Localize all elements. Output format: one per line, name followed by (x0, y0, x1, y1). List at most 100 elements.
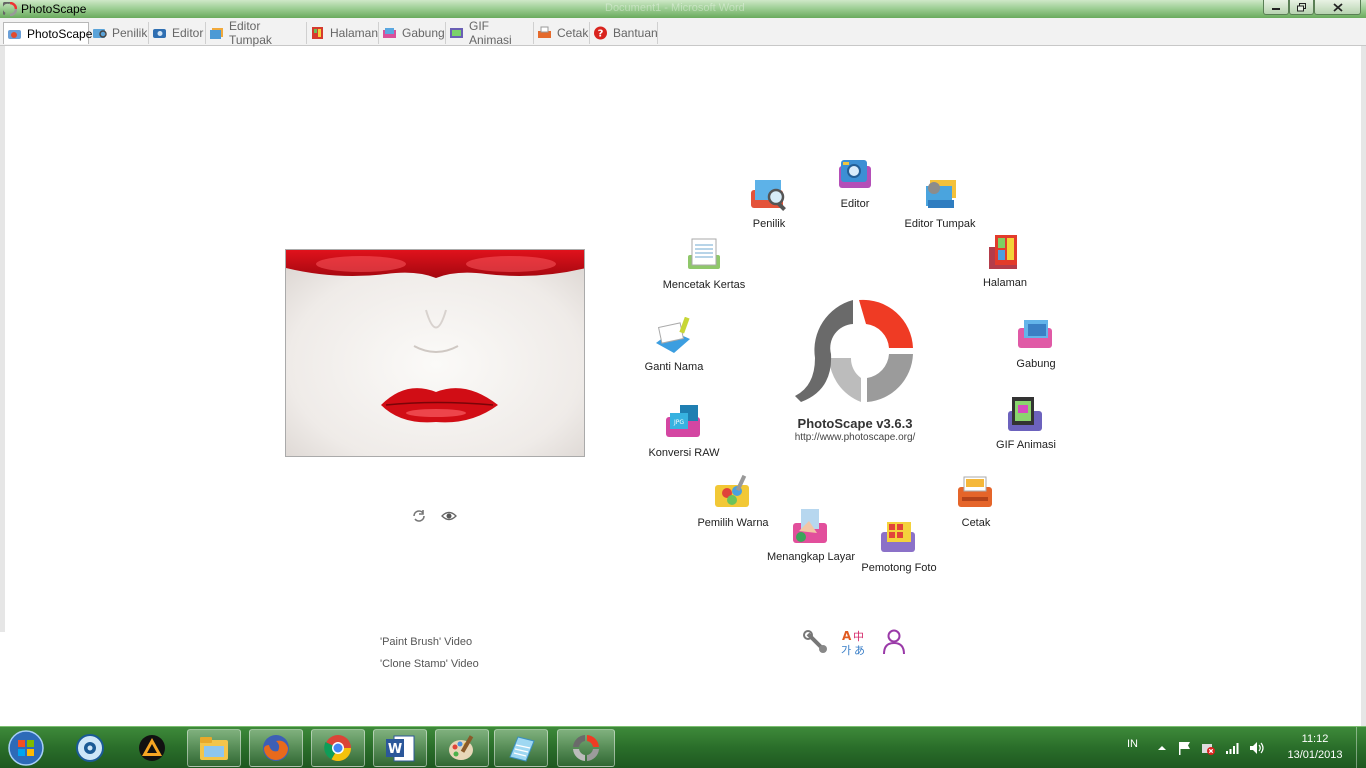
close-button[interactable] (1314, 0, 1361, 15)
hub-item-label: Editor (840, 198, 870, 210)
hub-item-label: Pemilih Warna (697, 517, 769, 529)
left-border (0, 46, 5, 632)
photoscape-icon (8, 29, 21, 39)
taskbar-file-explorer[interactable] (187, 729, 241, 767)
batch-editor-icon (210, 28, 223, 39)
hub-item-label: Gabung (1016, 358, 1056, 370)
signal-strength-icon[interactable] (1225, 740, 1241, 754)
minimize-button[interactable] (1263, 0, 1289, 15)
minimize-icon (1272, 8, 1280, 10)
print-icon (958, 476, 992, 507)
tab-bantuan[interactable]: ? Bantuan (590, 22, 658, 44)
photoscape-icon (573, 735, 599, 761)
action-center-flag-icon[interactable] (1177, 740, 1193, 755)
hub-item-label: Ganti Nama (644, 361, 704, 373)
taskbar-notepad[interactable] (494, 729, 548, 767)
combine-icon (1018, 320, 1052, 348)
hub-item-label: Editor Tumpak (904, 218, 976, 230)
taskbar-word[interactable]: W (373, 729, 427, 767)
clock-date[interactable]: 13/01/2013 (1280, 749, 1350, 761)
hub-item-label: Pemotong Foto (861, 562, 937, 574)
chrome-icon (324, 735, 352, 762)
show-desktop-button[interactable] (1356, 727, 1366, 768)
hub-item-label: GIF Animasi (996, 439, 1056, 451)
window-title: PhotoScape (21, 2, 87, 16)
gif-icon (1008, 397, 1042, 431)
word-icon: W (386, 735, 415, 762)
tab-halaman[interactable]: Halaman (307, 22, 379, 44)
tab-bar: PhotoScape Penilik Editor Editor Tumpak … (0, 18, 1366, 47)
print-icon (538, 26, 551, 38)
show-hidden-icons-icon[interactable] (1154, 740, 1170, 754)
bottom-tools: A中가あ (800, 628, 915, 658)
svg-text:A: A (842, 629, 852, 643)
tab-label: Cetak (557, 26, 589, 40)
file-explorer-icon (200, 737, 228, 760)
tab-label: Halaman (330, 26, 379, 40)
paint-brush-video-link[interactable]: 'Paint Brush' Video (380, 636, 472, 648)
hub-item-label: Menangkap Layar (766, 551, 856, 563)
app-version: PhotoScape v3.6.3 (797, 416, 913, 431)
hub-item-label: Konversi RAW (648, 447, 720, 459)
tab-editor-tumpak[interactable]: Editor Tumpak (206, 19, 307, 47)
tab-gabung[interactable]: Gabung (379, 22, 446, 44)
eye-icon[interactable] (440, 508, 458, 522)
sample-photo-image (286, 250, 584, 456)
taskbar-vlc[interactable] (125, 729, 179, 767)
taskbar-chrome[interactable] (311, 729, 365, 767)
raw-converter-icon: JPG (666, 405, 700, 437)
tab-photoscape[interactable]: PhotoScape (3, 22, 92, 44)
taskbar-media-player[interactable] (63, 729, 117, 767)
restore-button[interactable] (1289, 0, 1314, 15)
start-button[interactable] (4, 728, 48, 768)
tab-label: Editor (172, 26, 204, 40)
photoscape-logo (795, 299, 913, 402)
taskbar-firefox[interactable] (249, 729, 303, 767)
clone-stamp-video-link[interactable]: 'Clone Stamp' Video (380, 658, 479, 667)
viewer-icon (93, 29, 107, 38)
hub-item-label: Cetak (961, 517, 991, 529)
photoscape-logo-icon (3, 2, 17, 16)
svg-text:あ: あ (854, 644, 865, 656)
clock-time[interactable]: 11:12 (1280, 733, 1350, 745)
taskbar-photoscape[interactable] (557, 729, 615, 767)
color-picker-icon (715, 474, 749, 507)
windows-logo-icon (8, 730, 44, 766)
tab-cetak[interactable]: Cetak (534, 22, 590, 44)
user-icon[interactable] (880, 628, 908, 656)
preview-controls (410, 508, 460, 524)
gif-icon (450, 28, 463, 38)
app-url-link[interactable]: http://www.photoscape.org/ (775, 432, 935, 443)
network-warning-icon[interactable] (1200, 740, 1216, 755)
page-icon (312, 27, 323, 39)
language-icon[interactable]: A中가あ (840, 628, 868, 657)
title-bar: PhotoScape Document1 - Microsoft Word (0, 0, 1366, 18)
editor-icon (153, 29, 166, 38)
tab-label: Penilik (112, 26, 148, 40)
sample-photo (285, 249, 585, 457)
firefox-icon (263, 735, 289, 761)
tab-label: Gabung (402, 26, 445, 40)
taskbar-paint[interactable] (435, 729, 489, 767)
settings-icon[interactable] (802, 628, 830, 656)
tab-editor[interactable]: Editor (149, 22, 206, 44)
tab-penilik[interactable]: Penilik (89, 22, 149, 44)
svg-text:W: W (388, 742, 402, 757)
media-player-icon (76, 734, 104, 762)
help-icon: ? (594, 26, 607, 40)
splitter-icon (881, 522, 915, 552)
tab-label: Editor Tumpak (229, 19, 272, 47)
notepad-icon (509, 736, 535, 762)
system-tray: IN 11:12 13/01/2013 (1120, 727, 1366, 768)
volume-icon[interactable] (1249, 740, 1265, 754)
restore-icon (1296, 2, 1306, 11)
viewer-icon (751, 180, 786, 211)
combine-icon (383, 28, 396, 38)
tab-label: GIF Animasi (469, 19, 512, 47)
svg-text:가: 가 (841, 644, 851, 656)
close-icon (1332, 2, 1343, 12)
rename-icon (656, 317, 690, 353)
tab-gif-animasi[interactable]: GIF Animasi (446, 19, 534, 47)
language-indicator[interactable]: IN (1127, 738, 1138, 750)
refresh-icon[interactable] (410, 508, 428, 522)
